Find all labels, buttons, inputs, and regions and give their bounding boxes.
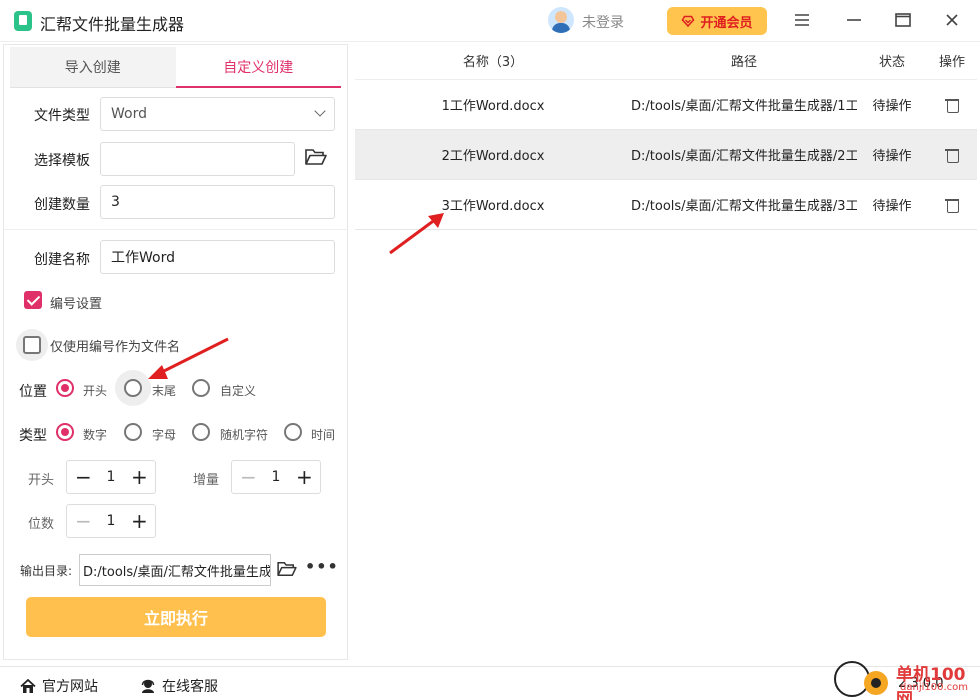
output-folder-icon[interactable] [277,561,297,577]
template-label: 选择模板 [34,153,90,169]
digits-stepper: − 1 + [66,504,156,538]
home-icon [20,678,36,693]
position-start-label: 开头 [83,384,108,398]
position-label: 位置 [19,384,47,400]
position-custom-label: 自定义 [220,384,257,398]
menu-icon[interactable] [792,10,812,30]
tab-bar: 导入创建 自定义创建 [10,47,341,88]
login-status[interactable]: 未登录 [582,12,624,32]
name-input[interactable]: 工作Word [100,240,335,274]
start-label: 开头 [28,473,55,488]
increment-value: 1 [271,469,281,485]
vip-label: 开通会员 [700,15,753,31]
numbering-checkbox[interactable] [24,291,42,309]
output-label: 输出目录: [20,564,73,578]
row-status: 待操作 [872,99,912,114]
app-logo-icon [14,11,32,31]
increment-decrement-button[interactable]: − [240,467,257,487]
digits-value: 1 [106,513,116,529]
count-input[interactable]: 3 [100,185,335,219]
user-avatar-icon[interactable] [548,7,574,33]
start-value: 1 [106,469,116,485]
watermark-text: 单机100网 [896,665,966,700]
trash-icon[interactable] [945,198,959,213]
type-letter-radio[interactable] [124,423,142,441]
row-name: 1工作Word.docx [441,99,545,114]
template-input[interactable] [100,142,295,176]
close-icon[interactable] [942,10,962,30]
start-decrement-button[interactable]: − [75,467,92,487]
digits-increment-button[interactable]: + [131,511,148,531]
run-button[interactable]: 立即执行 [26,597,326,637]
table-row[interactable]: 1工作Word.docx D:/tools/桌面/汇帮文件批量生成器/1工作 待… [355,80,977,130]
row-status: 待操作 [872,199,912,214]
tab-custom-create[interactable]: 自定义创建 [175,47,341,88]
chevron-down-icon [314,105,326,117]
table-row[interactable]: 2工作Word.docx D:/tools/桌面/汇帮文件批量生成器/2工作 待… [355,130,977,180]
watermark-dot-icon [864,671,888,695]
vip-button[interactable]: 开通会员 [667,7,767,35]
name-label: 创建名称 [34,252,90,268]
position-end-label: 末尾 [152,384,177,398]
only-number-checkbox[interactable] [23,336,41,354]
increment-label: 增量 [193,473,220,488]
table-header: 名称（3） 路径 状态 操作 [355,42,977,80]
type-random-radio[interactable] [192,423,210,441]
position-start-radio[interactable] [56,379,74,397]
row-path: D:/tools/桌面/汇帮文件批量生成器/1工作 [631,99,857,114]
header-op: 操作 [938,55,965,70]
only-number-label: 仅使用编号作为文件名 [50,340,181,355]
position-end-radio[interactable] [124,379,142,397]
service-label: 在线客服 [162,679,218,695]
type-number-radio[interactable] [56,423,74,441]
file-table: 名称（3） 路径 状态 操作 1工作Word.docx D:/tools/桌面/… [355,42,977,230]
settings-panel: 导入创建 自定义创建 文件类型 Word 选择模板 创建数量 3 创建名称 工作… [3,44,348,660]
app-title: 汇帮文件批量生成器 [40,15,185,34]
start-increment-button[interactable]: + [131,467,148,487]
service-link[interactable]: 在线客服 [140,676,218,696]
divider [4,229,347,230]
increment-increment-button[interactable]: + [296,467,313,487]
file-type-value: Word [111,106,147,122]
type-label: 类型 [19,428,47,444]
tab-import-create[interactable]: 导入创建 [10,47,176,88]
type-number-label: 数字 [83,428,108,442]
row-name: 2工作Word.docx [441,149,545,164]
status-bar: 官方网站 在线客服 2.3.0.0 [0,666,980,700]
title-bar: 汇帮文件批量生成器 未登录 开通会员 [0,0,980,42]
file-type-label: 文件类型 [34,108,90,124]
row-path: D:/tools/桌面/汇帮文件批量生成器/3工作 [631,199,857,214]
row-path: D:/tools/桌面/汇帮文件批量生成器/2工作 [631,149,857,164]
row-name: 3工作Word.docx [441,199,545,214]
output-path-input[interactable]: D:/tools/桌面/汇帮文件批量生成器 [79,554,271,586]
row-status: 待操作 [872,149,912,164]
type-random-label: 随机字符 [220,428,269,442]
maximize-icon[interactable] [893,10,913,30]
website-link[interactable]: 官方网站 [20,676,98,696]
digits-decrement-button[interactable]: − [75,511,92,531]
header-status: 状态 [878,55,905,70]
type-time-radio[interactable] [284,423,302,441]
start-stepper: − 1 + [66,460,156,494]
trash-icon[interactable] [945,98,959,113]
digits-label: 位数 [28,517,55,532]
position-custom-radio[interactable] [192,379,210,397]
count-label: 创建数量 [34,197,90,213]
file-type-select[interactable]: Word [100,97,335,131]
type-time-label: 时间 [311,428,336,442]
table-row[interactable]: 3工作Word.docx D:/tools/桌面/汇帮文件批量生成器/3工作 待… [355,180,977,230]
headset-icon [141,679,155,693]
type-letter-label: 字母 [152,428,177,442]
numbering-label: 编号设置 [50,297,103,312]
folder-open-icon[interactable] [305,148,327,166]
minimize-icon[interactable] [844,10,864,30]
more-options-icon[interactable]: ••• [305,557,339,576]
header-path: 路径 [730,55,757,70]
diamond-heart-icon [682,15,695,28]
website-label: 官方网站 [42,679,98,695]
trash-icon[interactable] [945,148,959,163]
watermark-subtext: danji100.com [900,682,968,693]
increment-stepper: − 1 + [231,460,321,494]
header-name: 名称（3） [462,55,524,70]
